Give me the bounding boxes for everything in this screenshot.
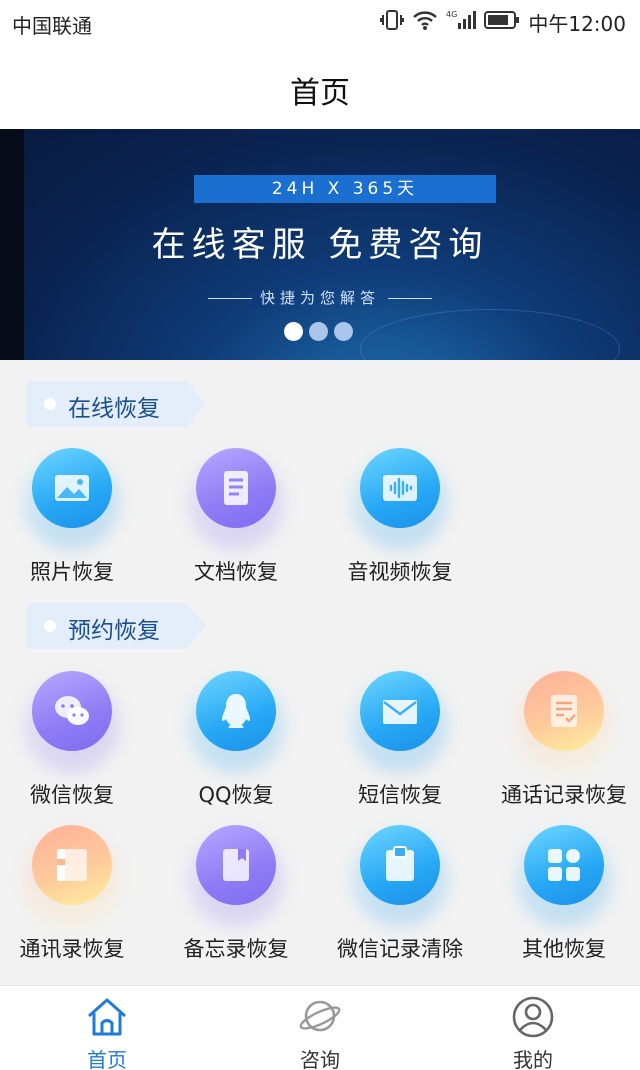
contacts-recovery-button[interactable]: 通讯录恢复: [0, 825, 154, 975]
nav-label: 首页: [87, 1048, 127, 1070]
banner-carousel[interactable]: 24H X 365天 在线客服 免费咨询 快捷为您解答: [0, 129, 640, 360]
wechat-icon: [55, 696, 89, 725]
banner-title: 在线客服 免费咨询: [151, 225, 489, 265]
item-label: 音视频恢复: [347, 560, 453, 584]
page-title: 首页: [290, 76, 350, 111]
home-icon: [88, 998, 126, 1036]
nav-mine[interactable]: 我的: [458, 986, 608, 1070]
wechat-record-clear-button[interactable]: 微信记录清除: [318, 825, 482, 975]
item-label: 其他恢复: [522, 937, 606, 961]
memo-recovery-button[interactable]: 备忘录恢复: [154, 825, 318, 975]
vibrate-icon: [380, 9, 405, 35]
nav-label: 咨询: [300, 1048, 340, 1070]
contacts-book-icon: [57, 849, 87, 881]
signal-icon: 4G: [446, 9, 477, 35]
item-label: 微信记录清除: [337, 937, 463, 961]
nav-label: 我的: [513, 1048, 553, 1070]
bottom-nav: 首页 咨询 我的: [0, 985, 640, 1070]
other-recovery-button[interactable]: 其他恢复: [482, 825, 640, 975]
wifi-icon: [412, 9, 438, 35]
header: 首页: [0, 44, 640, 129]
item-label: QQ恢复: [198, 783, 274, 807]
audio-wave-icon: [383, 475, 417, 501]
item-label: 通讯录恢复: [19, 937, 125, 961]
clock: 中午12:00: [528, 11, 626, 36]
item-label: 短信恢复: [358, 783, 442, 807]
photo-recovery-button[interactable]: 照片恢复: [0, 448, 154, 598]
sms-recovery-button[interactable]: 短信恢复: [318, 671, 482, 821]
nav-consult[interactable]: 咨询: [245, 986, 395, 1070]
item-label: 照片恢复: [30, 560, 114, 584]
banner-subtitle: 快捷为您解答: [0, 287, 640, 308]
user-icon: [512, 996, 554, 1038]
battery-icon: [484, 10, 520, 34]
banner-decoration: [360, 309, 620, 360]
section-tag-online-recovery: 在线恢复: [26, 381, 206, 427]
status-bar: 中国联通 4G 中午12:00: [0, 0, 640, 44]
item-label: 通话记录恢复: [501, 783, 627, 807]
status-icons: 4G 中午12:00: [380, 8, 626, 36]
carousel-indicator: [284, 322, 353, 341]
qq-penguin-icon: [222, 694, 250, 728]
clipboard-icon: [386, 846, 414, 881]
audio-video-recovery-button[interactable]: 音视频恢复: [318, 448, 482, 598]
nav-home[interactable]: 首页: [32, 986, 182, 1070]
call-log-icon: [551, 695, 577, 727]
memo-bookmark-icon: [223, 849, 249, 881]
carousel-dot[interactable]: [284, 322, 303, 341]
section-title: 预约恢复: [68, 618, 160, 644]
apps-grid-icon: [548, 849, 580, 881]
envelope-icon: [383, 700, 417, 724]
banner-subtitle-text: 快捷为您解答: [259, 289, 380, 307]
item-label: 文档恢复: [194, 560, 278, 584]
document-icon: [224, 471, 248, 505]
item-label: 微信恢复: [30, 783, 114, 807]
planet-icon: [299, 1000, 341, 1032]
document-recovery-button[interactable]: 文档恢复: [154, 448, 318, 598]
carrier-name: 中国联通: [12, 14, 92, 38]
section-title: 在线恢复: [68, 396, 160, 422]
banner-tag: 24H X 365天: [194, 175, 496, 203]
carousel-dot[interactable]: [309, 322, 328, 341]
carousel-dot[interactable]: [334, 322, 353, 341]
section-tag-appointment-recovery: 预约恢复: [26, 603, 206, 649]
item-label: 备忘录恢复: [183, 937, 289, 961]
image-icon: [55, 475, 89, 501]
call-log-recovery-button[interactable]: 通话记录恢复: [482, 671, 640, 821]
qq-recovery-button[interactable]: QQ恢复: [154, 671, 318, 821]
network-type: 4G: [446, 10, 457, 19]
wechat-recovery-button[interactable]: 微信恢复: [0, 671, 154, 821]
